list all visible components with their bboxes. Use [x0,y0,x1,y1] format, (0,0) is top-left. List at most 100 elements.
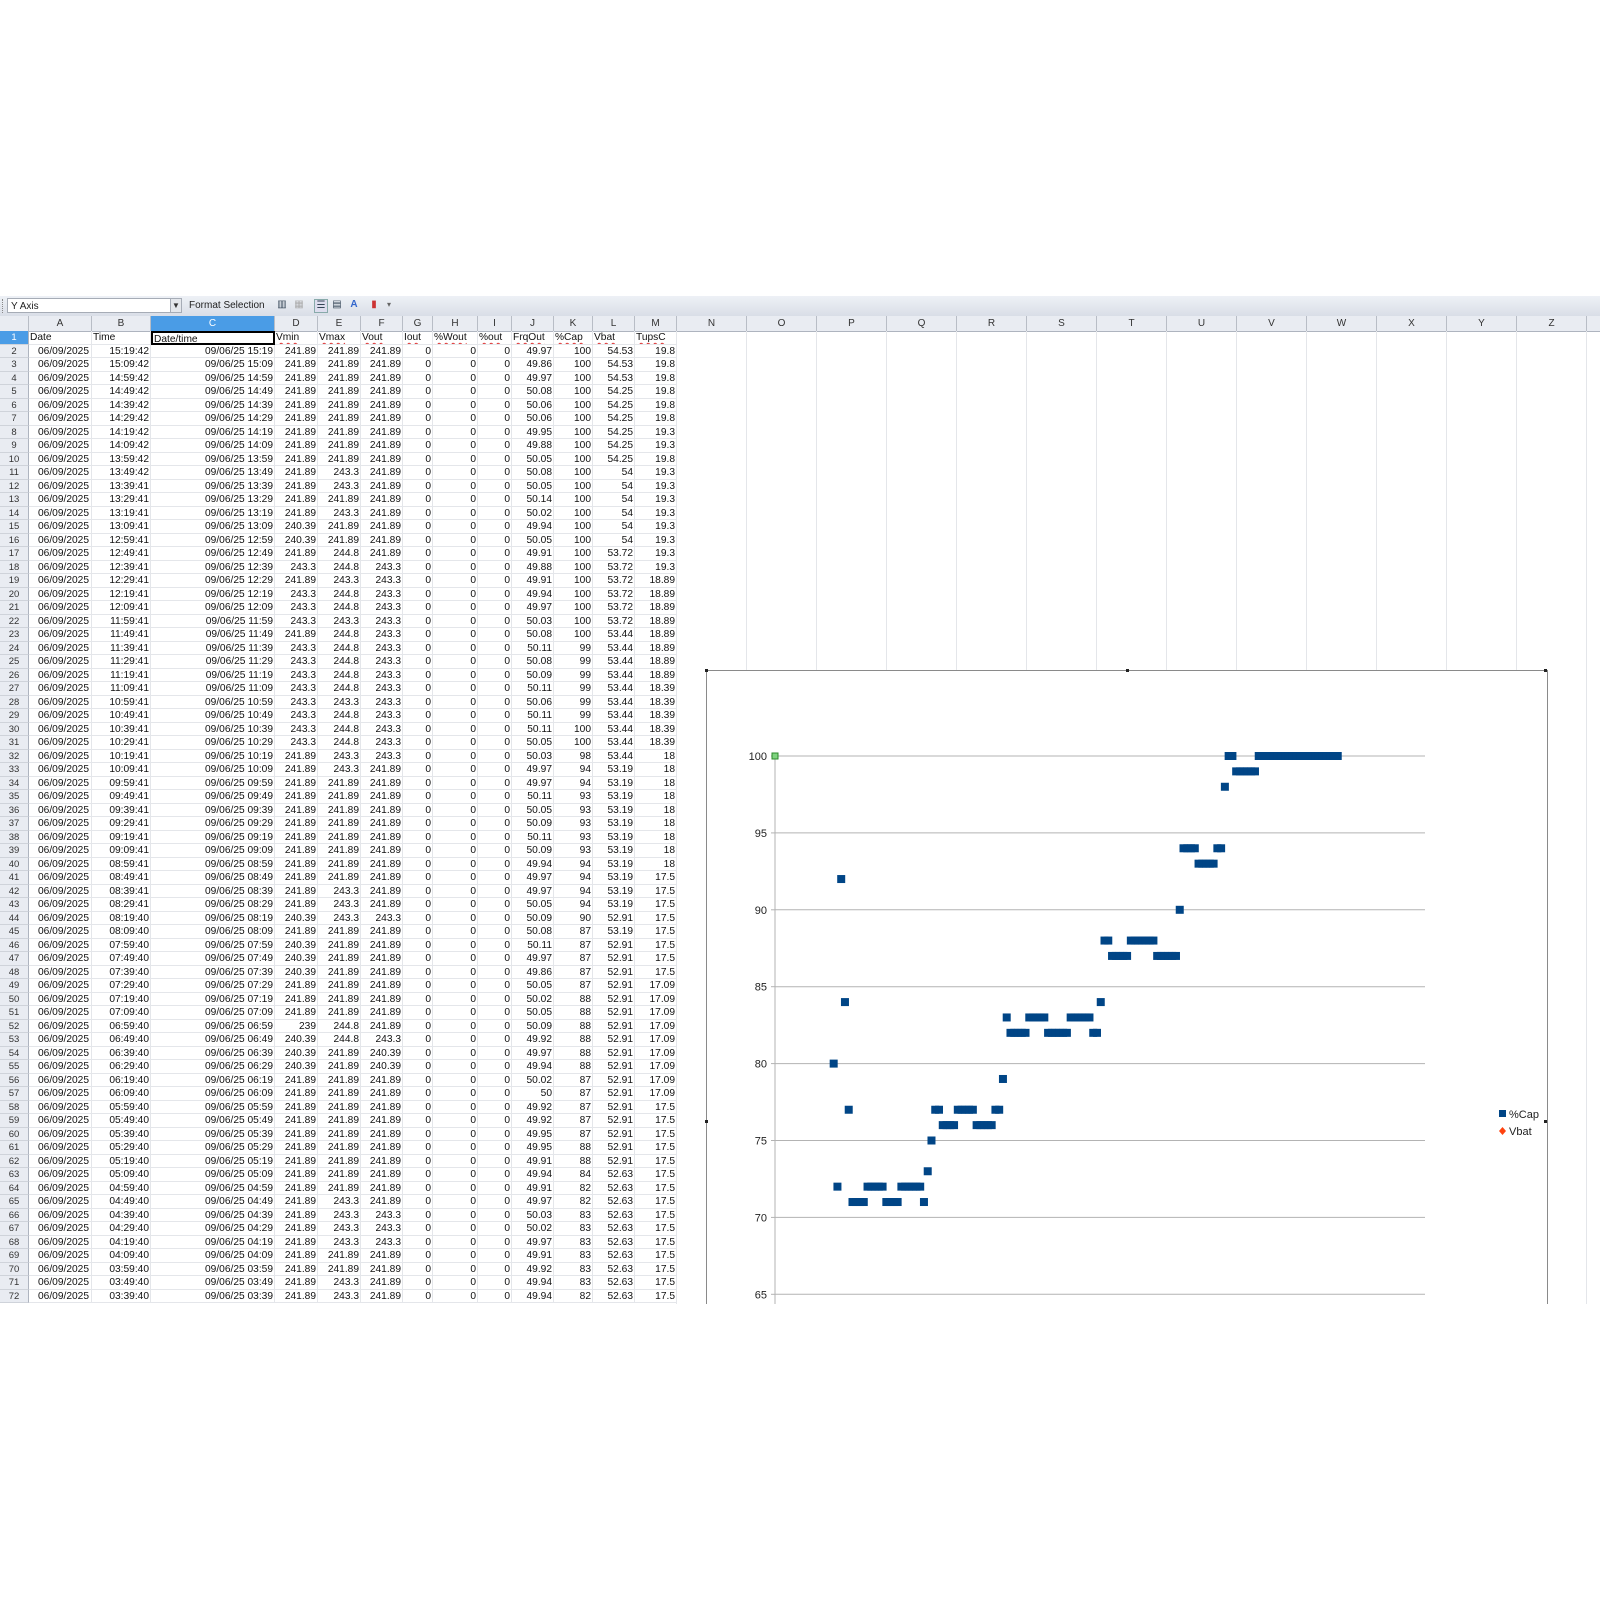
table-cell[interactable]: 241.89 [318,803,361,817]
table-cell[interactable]: 243.3 [361,911,403,925]
table-cell[interactable]: 241.89 [361,830,403,844]
table-cell[interactable]: 83 [554,1249,593,1263]
column-header-d[interactable]: D [275,316,318,331]
row-number[interactable]: 43 [0,898,29,912]
table-cell[interactable]: 10:49:41 [92,709,151,723]
table-cell[interactable]: 241.89 [318,952,361,966]
table-cell[interactable]: 243.3 [361,736,403,750]
table-cell[interactable]: 0 [478,1100,512,1114]
table-cell[interactable]: 100 [554,452,593,466]
table-cell[interactable]: 241.89 [275,425,318,439]
table-cell[interactable]: 0 [433,776,478,790]
table-cell[interactable]: 0 [403,493,433,507]
column-title-cell[interactable]: FrqOut [512,331,554,345]
table-cell[interactable]: 0 [433,520,478,534]
table-cell[interactable]: 13:09:41 [92,520,151,534]
table-cell[interactable]: 0 [403,736,433,750]
table-cell[interactable]: 241.89 [361,938,403,952]
column-title-cell[interactable]: Date [29,331,92,345]
row-number[interactable]: 71 [0,1276,29,1290]
table-cell[interactable]: 0 [478,1127,512,1141]
table-cell[interactable]: 0 [433,682,478,696]
row-number[interactable]: 8 [0,425,29,439]
table-cell[interactable]: 0 [478,844,512,858]
table-cell[interactable]: 0 [478,830,512,844]
table-cell[interactable]: 0 [403,763,433,777]
row-number[interactable]: 32 [0,749,29,763]
table-cell[interactable]: 0 [403,601,433,615]
table-cell[interactable]: 0 [433,1208,478,1222]
resize-handle[interactable] [705,669,708,672]
table-cell[interactable]: 06/09/2025 [29,1181,92,1195]
table-cell[interactable]: 0 [403,952,433,966]
row-number[interactable]: 46 [0,938,29,952]
table-cell[interactable]: 06/09/2025 [29,574,92,588]
table-cell[interactable]: 241.89 [361,358,403,372]
table-cell[interactable]: 05:19:40 [92,1154,151,1168]
table-cell[interactable]: 19.8 [635,358,677,372]
table-cell[interactable]: 241.89 [361,1073,403,1087]
table-cell[interactable]: 06/09/2025 [29,1208,92,1222]
table-cell[interactable]: 0 [433,871,478,885]
table-cell[interactable]: 0 [478,547,512,561]
table-cell[interactable]: 0 [478,533,512,547]
table-cell[interactable]: 0 [433,1006,478,1020]
table-cell[interactable]: 241.89 [361,1181,403,1195]
table-cell[interactable]: 0 [478,1019,512,1033]
table-cell[interactable]: 0 [403,655,433,669]
table-cell[interactable]: 50.08 [512,925,554,939]
table-cell[interactable]: 50.08 [512,466,554,480]
table-cell[interactable]: 94 [554,898,593,912]
table-cell[interactable]: 0 [433,547,478,561]
table-cell[interactable]: 241.89 [361,1087,403,1101]
table-cell[interactable]: 0 [403,628,433,642]
table-cell[interactable]: 49.92 [512,1033,554,1047]
row-number[interactable]: 48 [0,965,29,979]
table-cell[interactable]: 240.39 [275,1060,318,1074]
table-cell[interactable]: 09:19:41 [92,830,151,844]
table-cell[interactable]: 241.89 [275,1168,318,1182]
table-cell[interactable]: 06/09/2025 [29,1235,92,1249]
table-cell[interactable]: 09/06/25 11:49 [151,628,275,642]
table-cell[interactable]: 100 [554,358,593,372]
table-cell[interactable]: 17.09 [635,1033,677,1047]
table-cell[interactable]: 06/09/2025 [29,790,92,804]
table-cell[interactable]: 53.19 [593,763,635,777]
table-cell[interactable]: 49.91 [512,1154,554,1168]
table-cell[interactable]: 09/06/25 14:49 [151,385,275,399]
table-cell[interactable]: 0 [433,506,478,520]
column-title-cell[interactable]: Vout [361,331,403,345]
table-cell[interactable]: 87 [554,1100,593,1114]
table-cell[interactable]: 0 [433,1154,478,1168]
table-cell[interactable]: 241.89 [318,425,361,439]
table-cell[interactable]: 0 [433,1073,478,1087]
table-cell[interactable]: 49.92 [512,1100,554,1114]
table-cell[interactable]: 0 [433,1249,478,1263]
table-cell[interactable]: 18.89 [635,628,677,642]
table-cell[interactable]: 09/06/25 05:09 [151,1168,275,1182]
table-cell[interactable]: 87 [554,938,593,952]
table-cell[interactable]: 243.3 [361,1235,403,1249]
table-cell[interactable]: 09/06/25 06:09 [151,1087,275,1101]
auto-layout-icon[interactable]: ▾ [383,299,395,311]
table-cell[interactable]: 06/09/2025 [29,628,92,642]
table-cell[interactable]: 243.3 [275,641,318,655]
table-cell[interactable]: 52.91 [593,911,635,925]
table-cell[interactable]: 19.3 [635,547,677,561]
table-cell[interactable]: 49.97 [512,601,554,615]
table-cell[interactable]: 243.3 [361,668,403,682]
table-cell[interactable]: 17.09 [635,1087,677,1101]
table-cell[interactable]: 17.09 [635,979,677,993]
table-cell[interactable]: 19.8 [635,452,677,466]
table-cell[interactable]: 09/06/25 12:49 [151,547,275,561]
table-cell[interactable]: 0 [433,425,478,439]
table-cell[interactable]: 09/06/25 05:49 [151,1114,275,1128]
column-header-w[interactable]: W [1307,316,1377,331]
table-cell[interactable]: 90 [554,911,593,925]
table-cell[interactable]: 09/06/25 04:29 [151,1222,275,1236]
table-cell[interactable]: 0 [403,911,433,925]
table-cell[interactable]: 0 [403,385,433,399]
table-cell[interactable]: 06/09/2025 [29,1141,92,1155]
column-header-g[interactable]: G [403,316,433,331]
table-cell[interactable]: 18.89 [635,601,677,615]
